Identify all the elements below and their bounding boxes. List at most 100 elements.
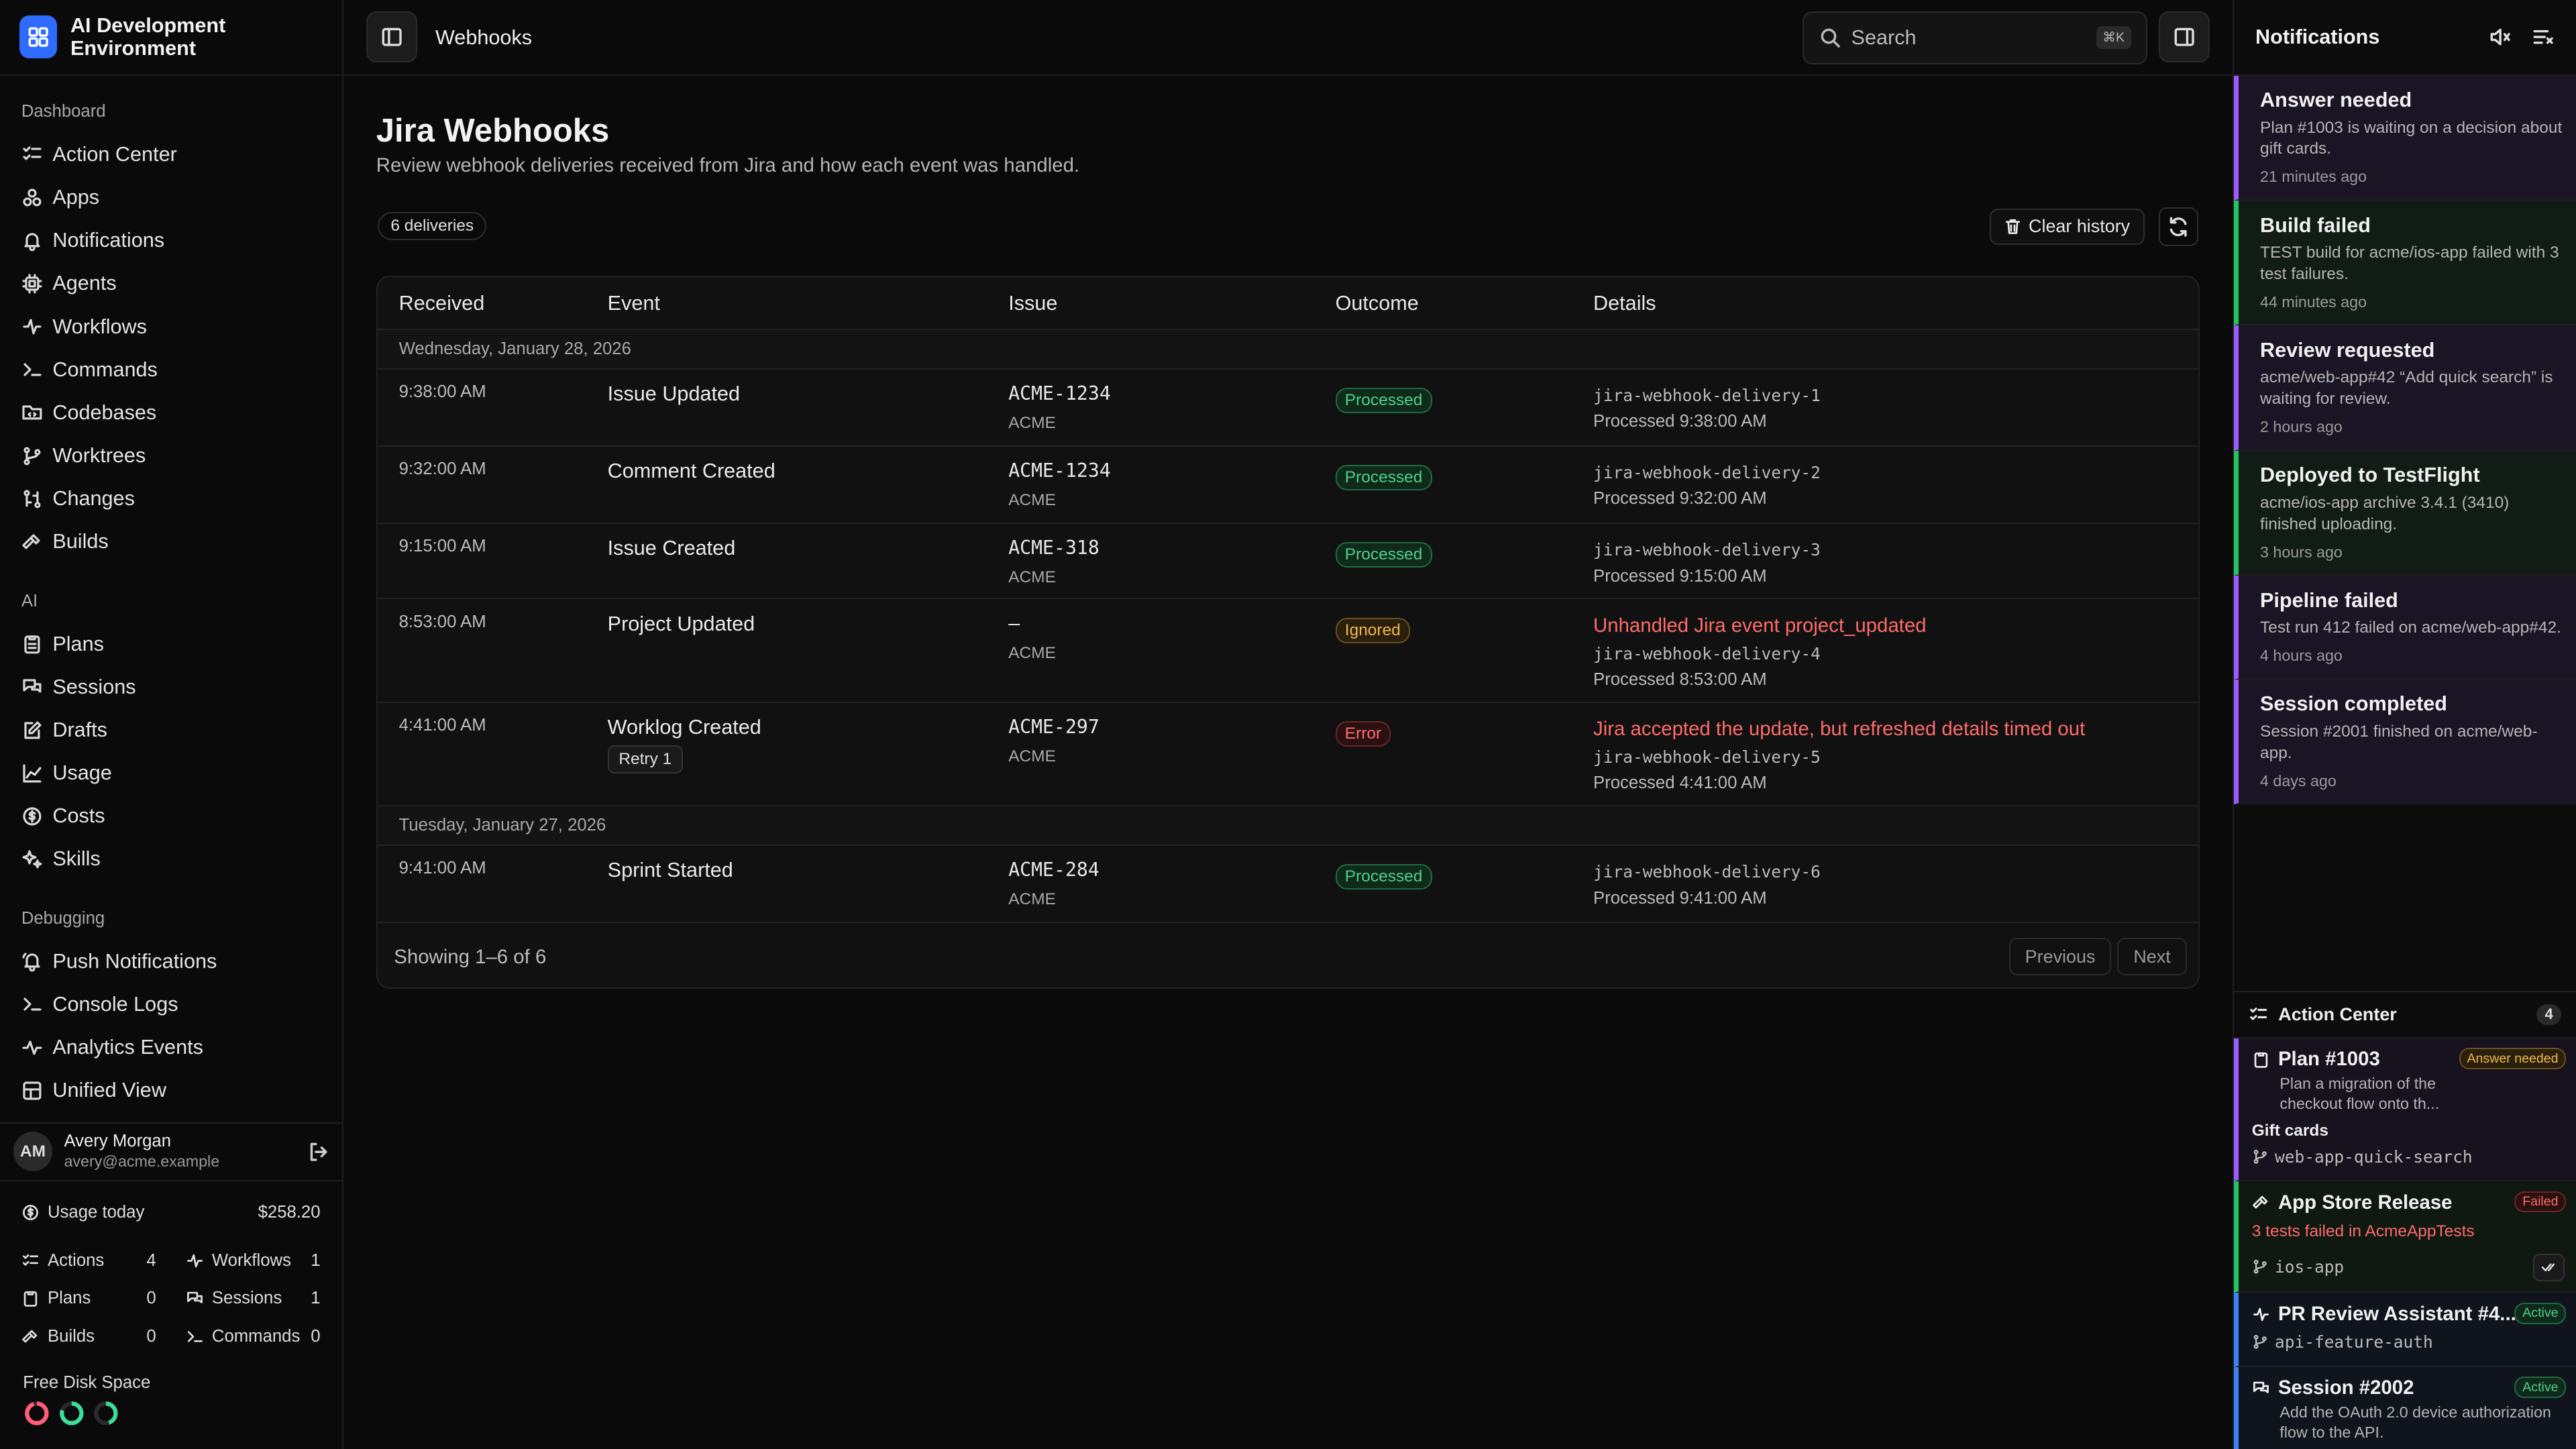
chat-icon (186, 1292, 203, 1304)
usage-summary: Usage today $258.20 Actions 4 Workflows 1 … (21, 1196, 321, 1355)
sidebar-item-worktrees[interactable]: Worktrees (0, 434, 342, 477)
clear-history-button[interactable]: Clear history (1989, 209, 2145, 245)
clipboard-icon (2254, 1052, 2267, 1068)
sidebar-item-changes[interactable]: Changes (0, 478, 342, 521)
issue-key[interactable]: ACME-318 (1008, 537, 1099, 559)
processed-time: Processed 9:38:00 AM (1593, 412, 1767, 431)
sidebar-item-plans[interactable]: Plans (0, 623, 342, 665)
disk-ring-2 (59, 1401, 84, 1426)
next-page-button[interactable]: Next (2117, 937, 2187, 976)
action-item[interactable]: PR Review Assistant #4... Active api-fea… (2234, 1293, 2576, 1367)
sidebar-item-analytics-events[interactable]: Analytics Events (0, 1026, 342, 1069)
outcome-badge: Ignored (1335, 617, 1411, 643)
table-row[interactable]: 9:32:00 AM Comment Created ACME-1234 ACM… (377, 447, 2199, 524)
issue-key[interactable]: ACME-297 (1008, 716, 1099, 738)
clear-all-icon[interactable] (2532, 25, 2555, 48)
project-key: ACME (1008, 490, 1056, 509)
column-header[interactable]: Details (1593, 292, 1656, 315)
event-name: Issue Created (607, 537, 736, 560)
delivery-count-badge: 6 deliveries (378, 211, 487, 240)
action-item[interactable]: Plan #1003 Answer needed Plan a migratio… (2234, 1038, 2576, 1181)
project-key: ACME (1008, 568, 1056, 586)
notification-item[interactable]: Pipeline failed Test run 412 failed on a… (2234, 576, 2576, 680)
stat-label: Plans (48, 1289, 91, 1308)
stat-sessions[interactable]: Sessions 1 (186, 1280, 321, 1318)
processed-time: Processed 9:41:00 AM (1593, 888, 1767, 908)
sidebar-item-sessions[interactable]: Sessions (0, 665, 342, 708)
table-row[interactable]: 9:15:00 AM Issue Created ACME-318 ACME P… (377, 524, 2199, 600)
pagination-summary: Showing 1–6 of 6 (394, 946, 547, 969)
sidebar-item-costs[interactable]: Costs (0, 795, 342, 838)
layout-grid-icon (23, 1081, 42, 1100)
notification-time: 4 hours ago (2260, 647, 2343, 665)
stat-commands[interactable]: Commands 0 (186, 1318, 321, 1355)
sidebar-item-drafts[interactable]: Drafts (0, 708, 342, 751)
sidebar-item-label: Usage (52, 761, 112, 785)
sidebar-item-agents[interactable]: Agents (0, 262, 342, 305)
mark-done-button[interactable] (2533, 1253, 2565, 1282)
activity-icon (22, 1040, 42, 1055)
sidebar-item-codebases[interactable]: Codebases (0, 391, 342, 434)
stat-actions[interactable]: Actions 4 (21, 1242, 156, 1279)
date-group-header: Tuesday, January 27, 2026 (377, 806, 2199, 846)
column-header[interactable]: Issue (1008, 292, 1057, 315)
sidebar-item-label: Changes (52, 487, 135, 511)
workflow-icon (186, 1254, 203, 1268)
notification-title: Pipeline failed (2260, 588, 2398, 612)
stat-value: 1 (311, 1251, 321, 1271)
action-item[interactable]: App Store Release Failed 3 tests failed … (2234, 1181, 2576, 1293)
sidebar-item-label: Drafts (52, 718, 107, 741)
notification-item[interactable]: Review requested acme/web-app#42 “Add qu… (2234, 325, 2576, 451)
notification-item[interactable]: Build failed TEST build for acme/ios-app… (2234, 201, 2576, 326)
issue-key: – (1008, 612, 1020, 635)
action-item[interactable]: Session #2002 Active Add the OAuth 2.0 d… (2234, 1366, 2576, 1449)
table-row[interactable]: 8:53:00 AM Project Updated – ACME Ignore… (377, 599, 2199, 703)
notification-item[interactable]: Session completed Session #2001 finished… (2234, 679, 2576, 805)
mute-icon[interactable] (2489, 25, 2512, 48)
processed-time: Processed 9:32:00 AM (1593, 489, 1767, 508)
sidebar-item-apps[interactable]: Apps (0, 176, 342, 219)
search-input[interactable]: Search ⌘K (1802, 11, 2147, 64)
bell-ring-icon (22, 953, 40, 972)
column-header[interactable]: Received (399, 292, 485, 315)
stat-workflows[interactable]: Workflows 1 (186, 1242, 321, 1279)
logout-icon[interactable] (307, 1140, 330, 1163)
checklist-icon (23, 146, 42, 160)
stat-builds[interactable]: Builds 0 (21, 1318, 156, 1355)
event-name: Project Updated (607, 612, 755, 635)
issue-key[interactable]: ACME-1234 (1008, 460, 1111, 482)
sidebar-item-workflows[interactable]: Workflows (0, 305, 342, 348)
stat-plans[interactable]: Plans 0 (21, 1280, 156, 1318)
table-row[interactable]: 4:41:00 AM Worklog Created Retry 1 ACME-… (377, 703, 2199, 806)
notification-item[interactable]: Deployed to TestFlight acme/ios-app arch… (2234, 450, 2576, 576)
sidebar-item-unified-view[interactable]: Unified View (0, 1069, 342, 1112)
table-row[interactable]: 9:41:00 AM Sprint Started ACME-284 ACME … (377, 846, 2199, 923)
action-item-desc: Add the OAuth 2.0 device authorization f… (2279, 1403, 2551, 1441)
sidebar-item-console-logs[interactable]: Console Logs (0, 983, 342, 1026)
sidebar-item-action-center[interactable]: Action Center (0, 133, 342, 176)
refresh-button[interactable] (2158, 207, 2198, 247)
sidebar-item-push-notifications[interactable]: Push Notifications (0, 940, 342, 983)
sidebar-item-notifications[interactable]: Notifications (0, 219, 342, 262)
toggle-panel-button[interactable] (2158, 11, 2210, 63)
toggle-sidebar-button[interactable] (366, 11, 418, 63)
brand[interactable]: AI Development Environment (0, 0, 342, 76)
column-header[interactable]: Outcome (1336, 292, 1419, 315)
sidebar-item-builds[interactable]: Builds (0, 521, 342, 564)
previous-page-button[interactable]: Previous (2008, 937, 2112, 976)
user-profile[interactable]: AM Avery Morgan avery@acme.example (0, 1122, 343, 1181)
issue-key[interactable]: ACME-284 (1008, 859, 1099, 881)
notifications-header: Notifications (2234, 0, 2576, 76)
issue-key[interactable]: ACME-1234 (1008, 382, 1111, 405)
sidebar-item-skills[interactable]: Skills (0, 838, 342, 881)
action-center-count: 4 (2536, 1004, 2561, 1025)
project-key: ACME (1008, 413, 1056, 432)
column-header[interactable]: Event (608, 292, 660, 315)
disk-space: Free Disk Space (23, 1373, 150, 1427)
table-row[interactable]: 9:38:00 AM Issue Updated ACME-1234 ACME … (377, 370, 2199, 447)
action-item-question: Gift cards (2251, 1122, 2328, 1140)
notification-item[interactable]: Answer needed Plan #1003 is waiting on a… (2234, 75, 2576, 201)
sidebar-item-commands[interactable]: Commands (0, 348, 342, 391)
action-center-header[interactable]: Action Center 4 (2234, 990, 2576, 1038)
sidebar-item-usage[interactable]: Usage (0, 752, 342, 795)
